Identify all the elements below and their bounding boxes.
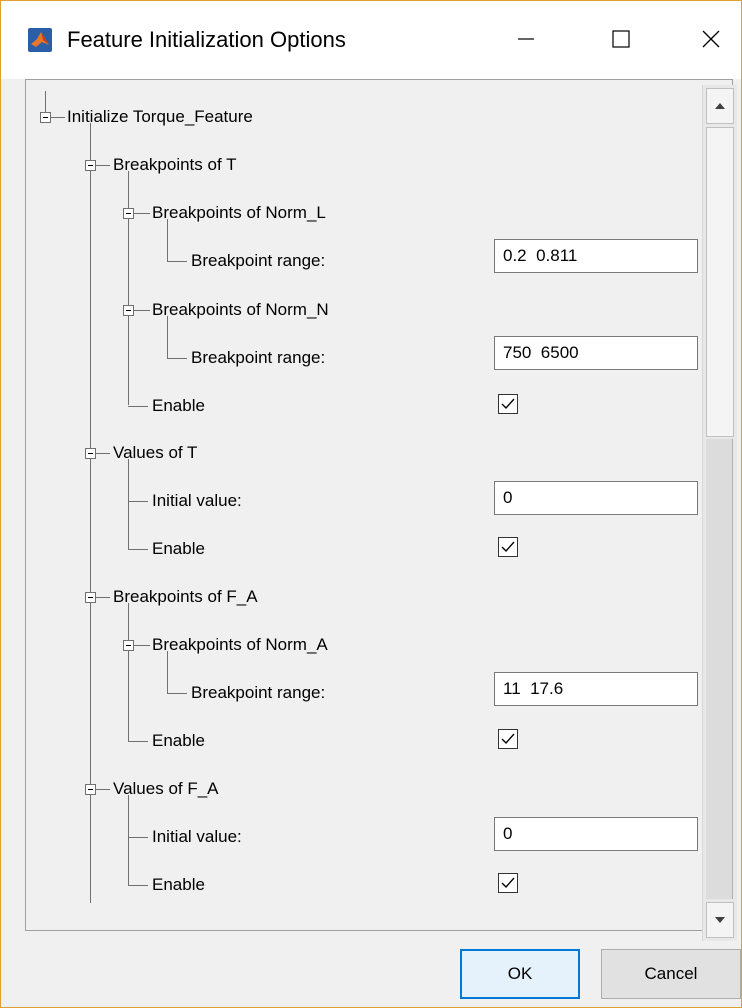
- scrollbar-track-edge: [732, 439, 733, 899]
- tree-node-breakpoints-t: Breakpoints of T: [113, 155, 237, 174]
- tree-connector: [128, 741, 148, 742]
- values-t-initial-input[interactable]: [494, 481, 698, 515]
- tree-connector: [128, 603, 129, 741]
- breakpoints-fa-enable-checkbox[interactable]: [498, 729, 518, 749]
- close-button[interactable]: [681, 15, 741, 63]
- maximize-icon: [612, 30, 630, 48]
- scroll-up-button[interactable]: [706, 88, 734, 124]
- enable-label: Enable: [152, 731, 205, 750]
- maximize-button[interactable]: [591, 15, 651, 63]
- initial-value-label: Initial value:: [152, 827, 242, 846]
- collapse-toggle-breakpoints-fa[interactable]: [85, 592, 96, 603]
- tree-connector: [96, 453, 110, 454]
- collapse-toggle-values-fa[interactable]: [85, 784, 96, 795]
- minimize-button[interactable]: [496, 15, 556, 63]
- arrow-down-icon: [715, 917, 725, 923]
- tree-connector: [167, 651, 168, 693]
- tree-connector: [96, 597, 110, 598]
- tree-connector: [90, 147, 91, 159]
- collapse-toggle-norm-n[interactable]: [123, 305, 134, 316]
- tree-connector: [96, 165, 110, 166]
- tree-connector: [167, 219, 168, 261]
- tree-node-norm-l: Breakpoints of Norm_L: [152, 203, 326, 222]
- breakpoint-range-label: Breakpoint range:: [191, 683, 326, 702]
- scroll-down-button[interactable]: [706, 902, 734, 938]
- tree-connector: [167, 358, 187, 359]
- tree-connector: [51, 117, 65, 118]
- tree-connector: [128, 795, 129, 885]
- collapse-toggle-norm-a[interactable]: [123, 640, 134, 651]
- collapse-toggle-root[interactable]: [40, 112, 51, 123]
- tree-node-values-t: Values of T: [113, 443, 198, 462]
- cancel-button[interactable]: Cancel: [601, 949, 741, 999]
- scrollbar-track[interactable]: [706, 439, 733, 899]
- checkmark-icon: [501, 541, 515, 553]
- window-title: Feature Initialization Options: [67, 27, 346, 52]
- tree-connector: [134, 310, 150, 311]
- checkmark-icon: [501, 733, 515, 745]
- tree-root-label: Initialize Torque_Feature: [67, 107, 253, 126]
- collapse-toggle-breakpoints-t[interactable]: [85, 160, 96, 171]
- tree-connector: [128, 197, 129, 207]
- tree-connector: [96, 789, 110, 790]
- enable-label: Enable: [152, 396, 205, 415]
- norm-n-range-input[interactable]: [494, 336, 698, 370]
- breakpoint-range-label: Breakpoint range:: [191, 348, 326, 367]
- collapse-toggle-values-t[interactable]: [85, 448, 96, 459]
- tree-connector: [128, 501, 148, 502]
- checkmark-icon: [501, 398, 515, 410]
- tree-connector: [167, 261, 187, 262]
- scrollbar-thumb[interactable]: [706, 127, 734, 437]
- close-icon: [702, 30, 720, 48]
- tree-connector: [128, 406, 148, 407]
- tree-connector: [128, 885, 148, 886]
- tree-node-norm-a: Breakpoints of Norm_A: [152, 635, 328, 654]
- tree-connector: [167, 316, 168, 358]
- tree-connector: [134, 645, 150, 646]
- tree-connector: [128, 549, 148, 550]
- checkmark-icon: [501, 877, 515, 889]
- tree-node-norm-n: Breakpoints of Norm_N: [152, 300, 329, 319]
- matlab-icon: [28, 28, 52, 52]
- vertical-scrollbar[interactable]: [702, 85, 737, 941]
- enable-label: Enable: [152, 539, 205, 558]
- minimize-icon: [518, 38, 534, 40]
- norm-a-range-input[interactable]: [494, 672, 698, 706]
- tree-connector: [128, 459, 129, 549]
- values-t-enable-checkbox[interactable]: [498, 537, 518, 557]
- tree-node-breakpoints-fa: Breakpoints of F_A: [113, 587, 258, 606]
- norm-l-range-input[interactable]: [494, 239, 698, 273]
- ok-button[interactable]: OK: [460, 949, 580, 999]
- breakpoint-range-label: Breakpoint range:: [191, 251, 326, 270]
- title-bar[interactable]: Feature Initialization Options: [1, 1, 741, 79]
- collapse-toggle-norm-l[interactable]: [123, 208, 134, 219]
- values-fa-initial-input[interactable]: [494, 817, 698, 851]
- tree-connector: [45, 91, 46, 113]
- arrow-up-icon: [715, 103, 725, 109]
- breakpoints-t-enable-checkbox[interactable]: [498, 394, 518, 414]
- initial-value-label: Initial value:: [152, 491, 242, 510]
- tree-connector: [167, 693, 187, 694]
- values-fa-enable-checkbox[interactable]: [498, 873, 518, 893]
- tree-connector: [128, 837, 148, 838]
- dialog-window: Feature Initialization Options Initializ…: [0, 0, 742, 1008]
- tree-node-values-fa: Values of F_A: [113, 779, 219, 798]
- tree-connector: [134, 213, 150, 214]
- enable-label: Enable: [152, 875, 205, 894]
